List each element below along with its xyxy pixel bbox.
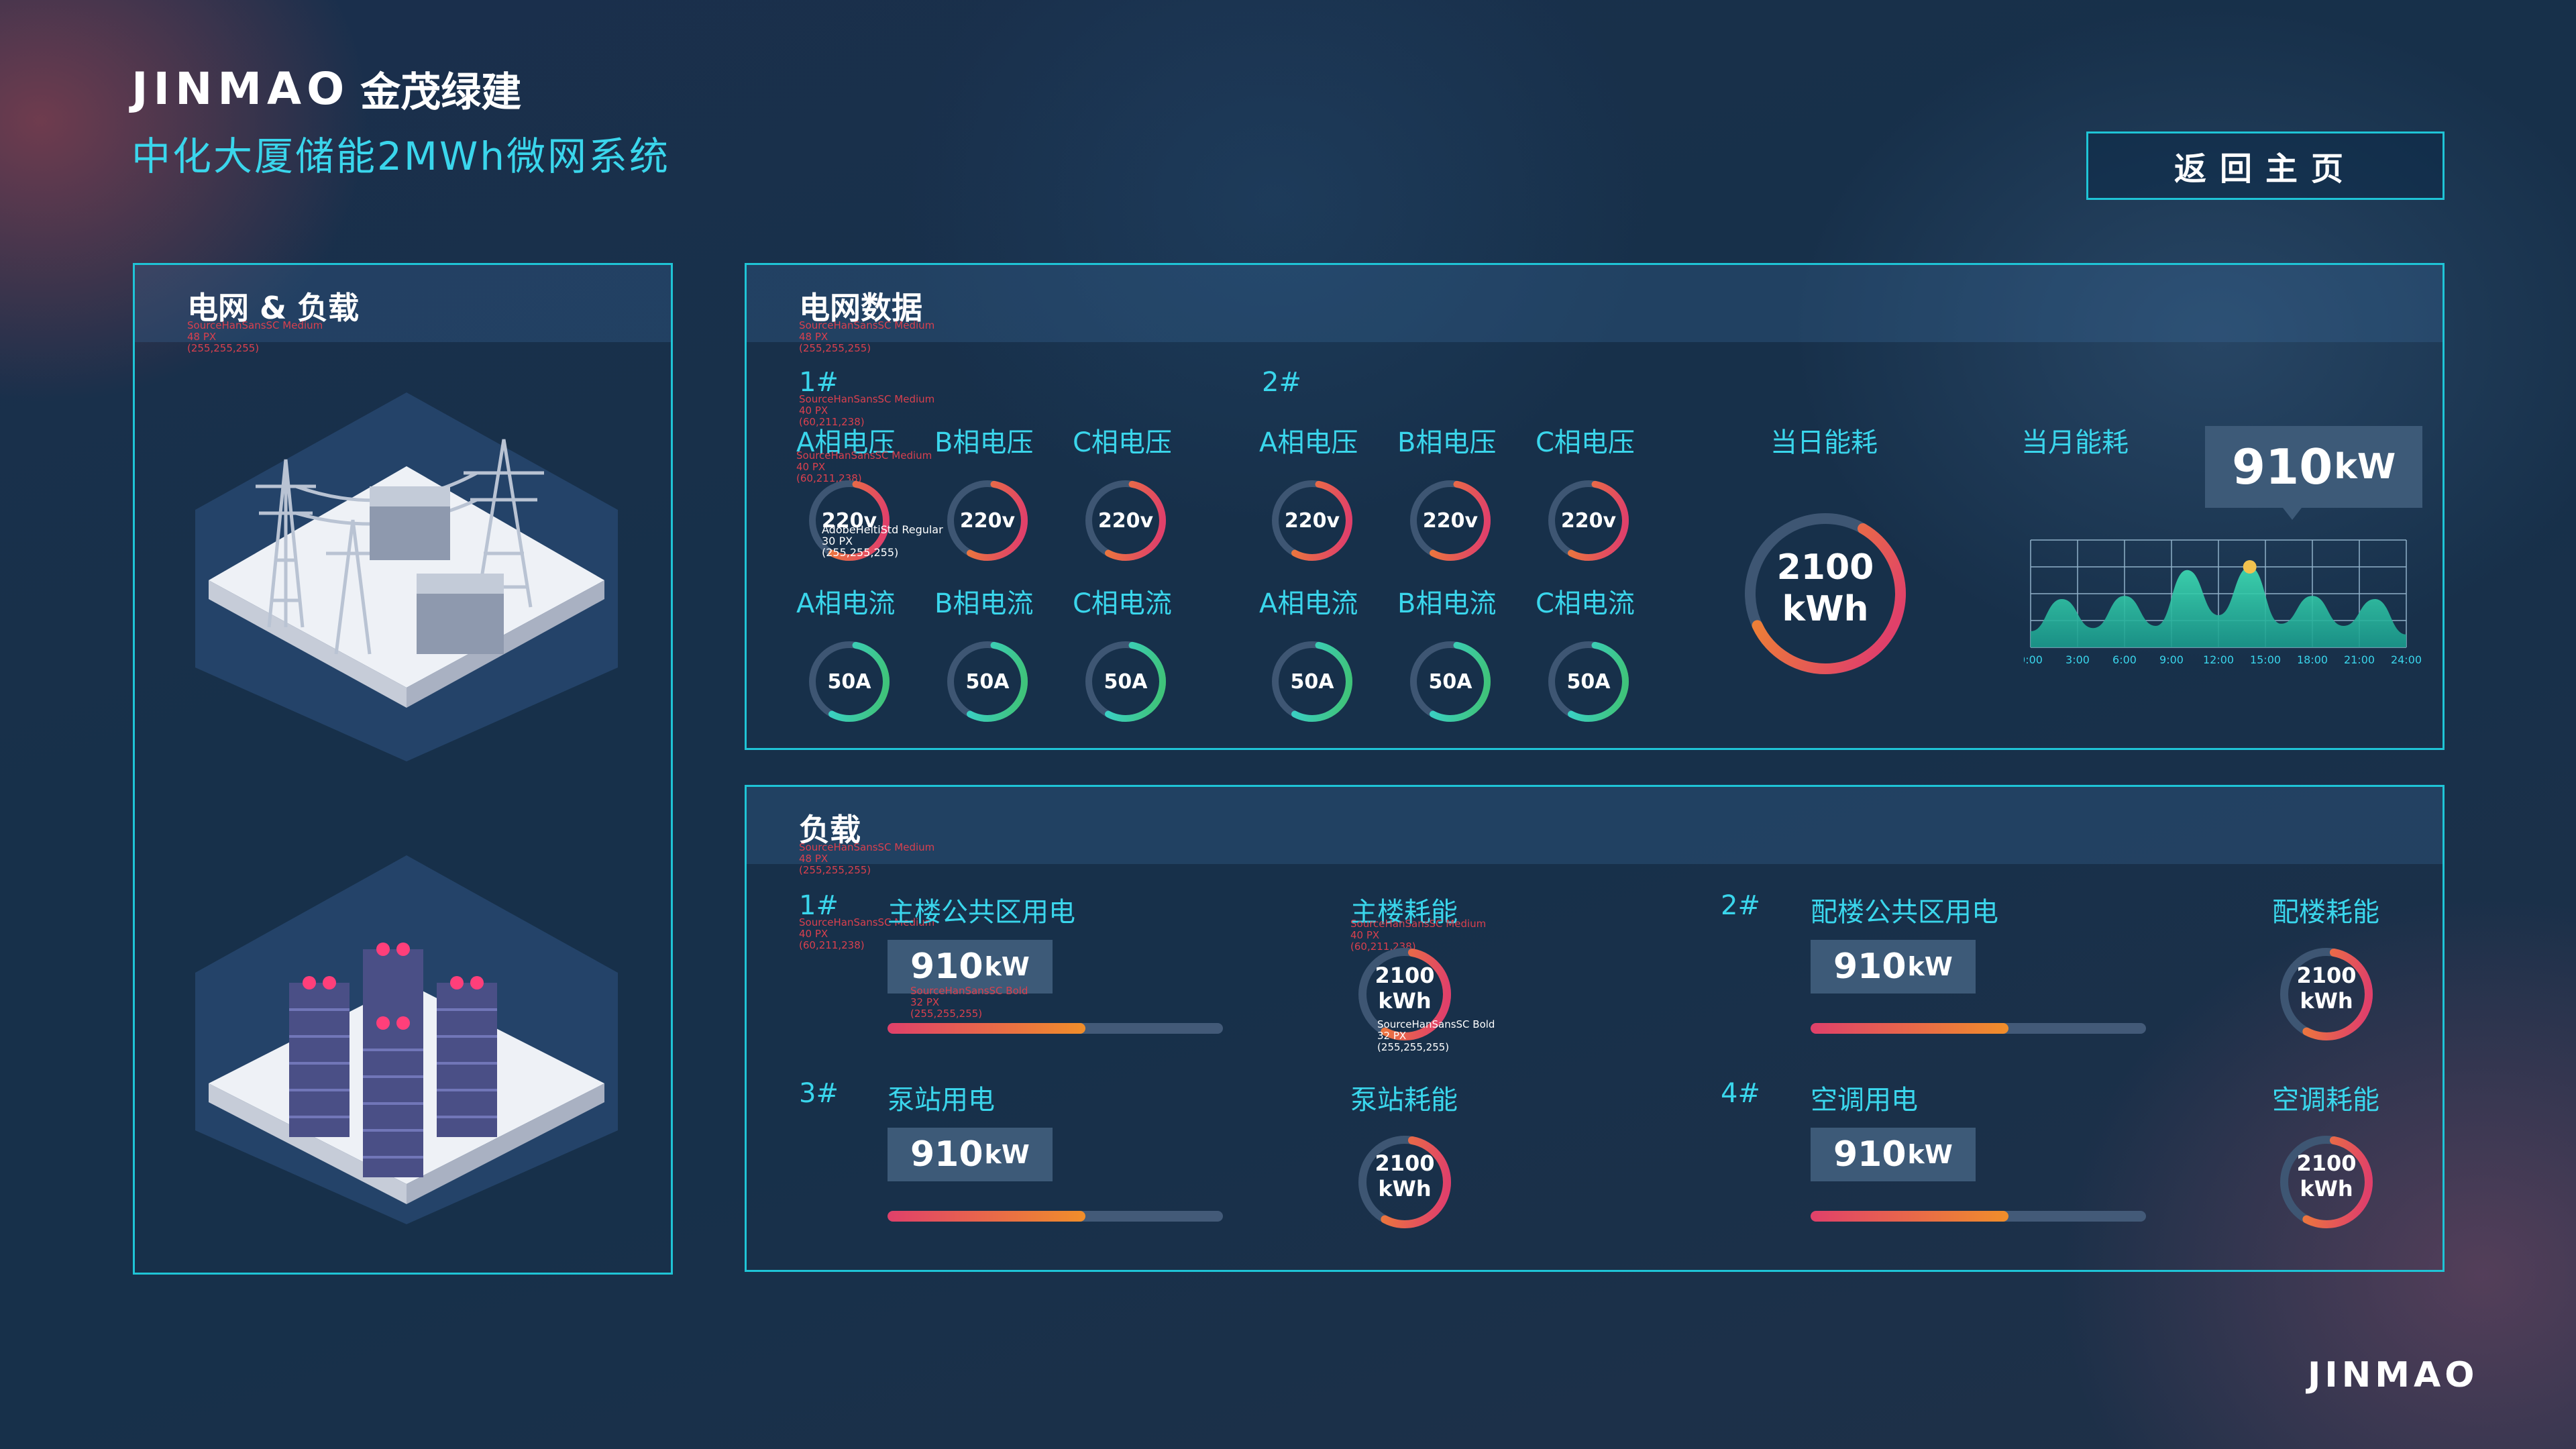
current-label: C相电流 (1536, 588, 1635, 619)
energy-label: 空调耗能 (2272, 1085, 2379, 1116)
voltage-gauge: 220v (1545, 477, 1632, 564)
voltage-gauge: 220v (1269, 477, 1356, 564)
page-subtitle: 中化大厦储能2MWh微网系统 (131, 133, 671, 179)
brand-name-cn: 金茂绿建 (360, 68, 522, 116)
load-progress-bar (888, 1211, 1223, 1222)
monthly-energy-chart: 0:00 3:00 6:00 9:00 12:00 15:00 18:00 21:00 24:0… (2024, 539, 2422, 666)
energy-label: 泵站耗能 (1350, 1085, 1458, 1116)
current-label: B相电流 (1397, 588, 1497, 619)
transmission-tower-icon (195, 392, 618, 761)
monthly-energy-label: 当月能耗 (2021, 427, 2129, 458)
grid-load-panel: 电网 & 负载 SourceHanSansSC Medium 48 PX (25… (133, 263, 673, 1275)
voltage-label: A相电压 (1259, 427, 1358, 458)
daily-energy-gauge: 2100 kWh (1738, 506, 1913, 681)
peak-marker (2243, 560, 2257, 574)
load-power-box: 910 kW (888, 1128, 1053, 1181)
voltage-label: B相电压 (934, 427, 1034, 458)
voltage-gauge: 220v (1407, 477, 1494, 564)
voltage-label: C相电压 (1073, 427, 1172, 458)
current-gauge: 50A (1545, 638, 1632, 725)
load-power-box: 910 kW (1811, 940, 1976, 994)
brand-wordmark: JINMAO (131, 62, 350, 115)
x-tick-label: 24:00 (2391, 653, 2422, 666)
current-gauge: 50A (1082, 638, 1169, 725)
monthly-energy-box: 910 kW (2205, 426, 2423, 508)
footer-logo: JINMAO (2308, 1355, 2479, 1395)
voltage-label: C相电压 (1536, 427, 1635, 458)
x-tick-label: 9:00 (2159, 653, 2184, 666)
load-id: 3# (799, 1078, 839, 1109)
server-rack-icon (195, 855, 618, 1224)
current-label: A相电流 (1259, 588, 1358, 619)
current-label: B相电流 (934, 588, 1034, 619)
load-progress-bar (888, 1023, 1223, 1034)
brand-logo: JINMAO 金茂绿建 (131, 62, 522, 116)
load-progress-bar (1811, 1211, 2146, 1222)
daily-energy-unit: kWh (1782, 589, 1869, 629)
current-gauge: 50A (1269, 638, 1356, 725)
x-tick-label: 3:00 (2065, 653, 2090, 666)
load-label: 配楼公共区用电 (1811, 897, 1998, 928)
grid-data-panel: 电网数据 SourceHanSansSC Medium 48 PX (255,2… (745, 263, 2445, 750)
load-label: 主楼公共区用电 (888, 897, 1075, 928)
load-power-box: 910 kW (1811, 1128, 1976, 1181)
current-gauge: 50A (806, 638, 893, 725)
current-gauge: 50A (944, 638, 1031, 725)
daily-energy-label: 当日能耗 (1770, 427, 1878, 458)
x-tick-label: 12:00 (2203, 653, 2234, 666)
energy-gauge: 2100 kWh (1354, 1132, 1455, 1232)
x-tick-label: 15:00 (2250, 653, 2281, 666)
voltage-gauge: 220v (944, 477, 1031, 564)
energy-label: 配楼耗能 (2272, 897, 2379, 928)
load-label: 空调用电 (1811, 1085, 1918, 1116)
current-gauge: 50A (1407, 638, 1494, 725)
group-id: 2# (1262, 367, 1301, 398)
energy-gauge: 2100 kWh (2276, 1132, 2377, 1232)
voltage-label: B相电压 (1397, 427, 1497, 458)
x-tick-label: 21:00 (2344, 653, 2375, 666)
load-panel: 负载 SourceHanSansSC Medium 48 PX (255,255… (745, 785, 2445, 1272)
energy-gauge: 2100 kWh (2276, 944, 2377, 1044)
load-id: 2# (1721, 890, 1760, 921)
x-tick-label: 18:00 (2297, 653, 2328, 666)
daily-energy-value: 2100 (1776, 547, 1874, 588)
x-tick-label: 6:00 (2112, 653, 2137, 666)
current-label: C相电流 (1073, 588, 1172, 619)
load-progress-bar (1811, 1023, 2146, 1034)
load-label: 泵站用电 (888, 1085, 995, 1116)
voltage-gauge: 220v (1082, 477, 1169, 564)
current-label: A相电流 (796, 588, 896, 619)
x-tick-label: 0:00 (2024, 653, 2043, 666)
load-id: 4# (1721, 1078, 1760, 1109)
home-button[interactable]: 返回主页 (2086, 131, 2445, 200)
